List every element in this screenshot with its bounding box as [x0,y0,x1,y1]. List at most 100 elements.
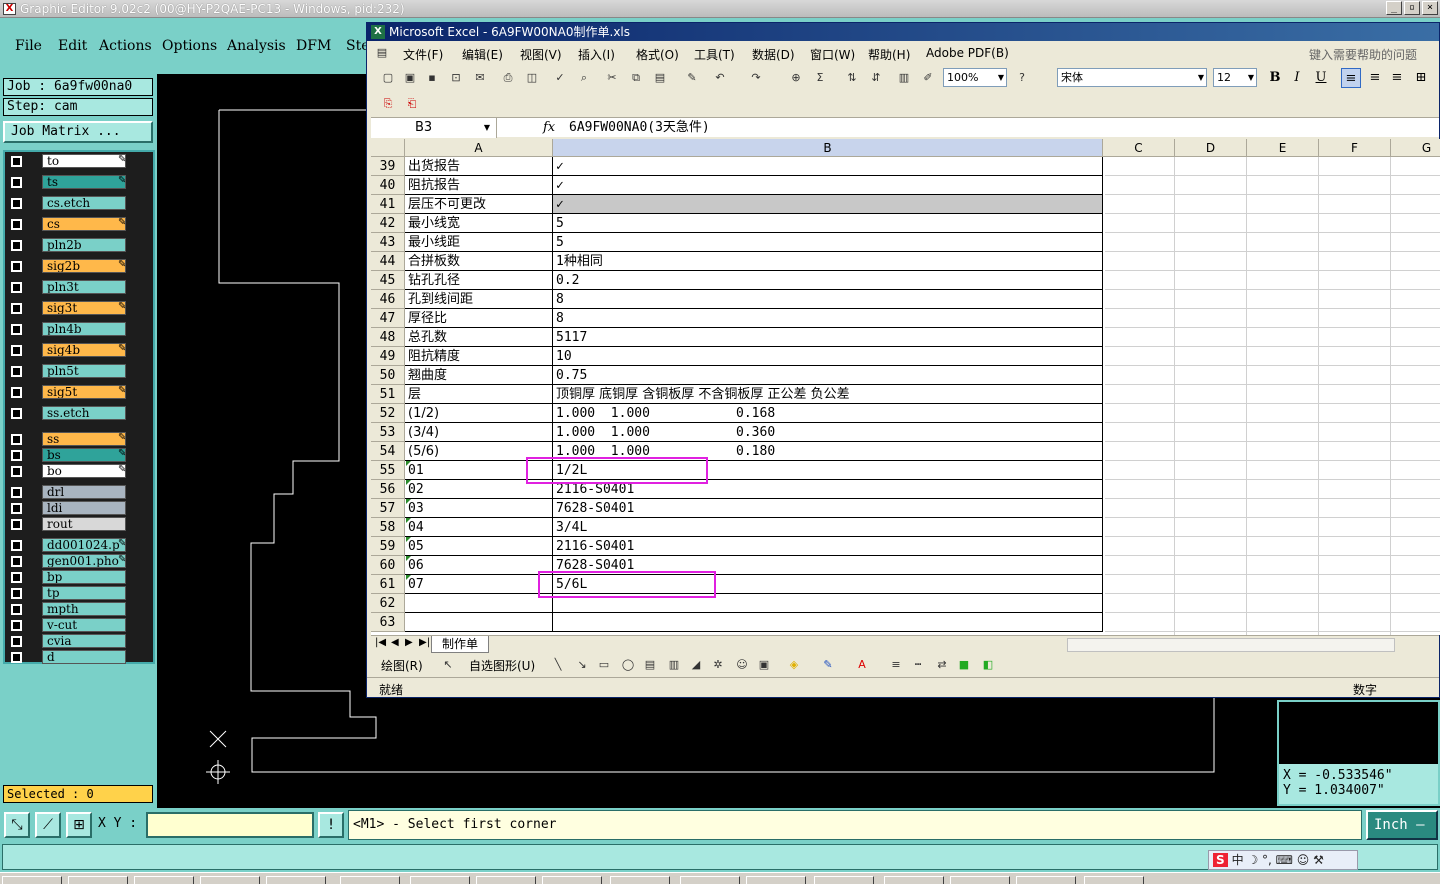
menu-tools-cn[interactable]: 工具(T) [694,46,735,63]
cell-a[interactable]: 04 [405,518,553,537]
cell-b[interactable]: 8 [553,309,1103,328]
draw-menu[interactable]: 绘图(R) [381,657,423,674]
taskbar-item[interactable] [542,876,602,884]
column-header[interactable]: D [1175,139,1247,157]
layer-checkbox[interactable] [11,620,22,631]
next-sheet-icon[interactable]: ▶ [405,637,413,648]
layer-checkbox[interactable] [11,282,22,293]
layer-name[interactable]: drl [42,485,126,499]
taskbar-item[interactable] [610,876,670,884]
horizontal-scrollbar[interactable] [1067,638,1395,652]
taskbar-item[interactable] [266,876,326,884]
menu-options[interactable]: Options [162,38,217,54]
layer-checkbox[interactable] [11,636,22,647]
print-preview-icon[interactable]: ◫ [523,69,541,87]
wordart-icon[interactable]: ◢ [687,656,705,674]
last-sheet-icon[interactable]: ▶| [419,637,430,648]
layer-checkbox[interactable] [11,324,22,335]
cell-a[interactable]: 最小线宽 [405,214,553,233]
row-header[interactable]: 59 [371,537,405,556]
taskbar-item[interactable] [410,876,470,884]
autosum-icon[interactable]: Σ [811,69,829,87]
line-icon[interactable]: ╲ [549,656,567,674]
dash-style-icon[interactable]: ┅ [909,656,927,674]
cell-a[interactable]: 厚径比 [405,309,553,328]
row-header[interactable]: 43 [371,233,405,252]
drawing-icon[interactable]: ✐ [919,69,937,87]
sheet-tab[interactable]: 制作单 [431,636,489,653]
job-matrix-button[interactable]: Job Matrix ... [3,121,153,143]
merge-center-button[interactable]: ⊞ [1411,68,1431,88]
cell-b[interactable]: 0.75 [553,366,1103,385]
layer-row[interactable]: bp [8,570,126,584]
layer-checkbox[interactable] [11,450,22,461]
cell-b[interactable]: 3/4L [553,518,1103,537]
bold-button[interactable]: B [1265,68,1285,88]
new-icon[interactable]: ▢ [379,69,397,87]
cell-a[interactable]: (3/4) [405,423,553,442]
taskbar-item[interactable] [476,876,536,884]
3d-icon[interactable]: ◧ [979,656,997,674]
column-header[interactable]: E [1247,139,1319,157]
layer-name[interactable]: bs [42,448,126,462]
cell-b[interactable]: 5 [553,233,1103,252]
layer-checkbox[interactable] [11,503,22,514]
taskbar-item[interactable] [1016,876,1076,884]
cell-a[interactable]: 层 [405,385,553,404]
cell-a[interactable]: 钻孔孔径 [405,271,553,290]
measure-icon[interactable]: ⟋ [35,812,61,838]
pdf-email-icon[interactable]: ⎗ [403,95,421,113]
cell-b[interactable]: 2116-S0401 [553,537,1103,556]
zoom-area-icon[interactable]: ⤡ [4,812,30,838]
menu-edit[interactable]: Edit [58,38,87,54]
grid-snap-icon[interactable]: ⊞ [66,812,92,838]
help-search[interactable]: 键入需要帮助的问题 [1309,46,1417,63]
menu-adobe-pdf[interactable]: Adobe PDF(B) [926,46,1009,60]
cell-b[interactable]: 8 [553,290,1103,309]
cell-a[interactable]: 07 [405,575,553,594]
layer-name[interactable]: ss.etch [42,406,126,420]
layer-name[interactable]: cvia [42,634,126,648]
spelling-icon[interactable]: ✓ [551,69,569,87]
rectangle-icon[interactable]: ▭ [595,656,613,674]
layer-name[interactable]: tp [42,586,126,600]
picture-icon[interactable]: ▣ [755,656,773,674]
taskbar-item[interactable] [340,876,400,884]
layer-name[interactable]: gen001.pho [42,554,126,568]
row-header[interactable]: 58 [371,518,405,537]
layer-row[interactable]: d [8,650,126,664]
hyperlink-icon[interactable]: ⊕ [787,69,805,87]
layer-name[interactable]: d [42,650,126,664]
row-header[interactable]: 50 [371,366,405,385]
menu-file[interactable]: File [15,38,42,54]
row-header[interactable]: 57 [371,499,405,518]
cell-a[interactable]: 合拼板数 [405,252,553,271]
zoom-select[interactable]: 100% ▼ [943,68,1007,87]
cell-a[interactable]: 阻抗报告 [405,176,553,195]
font-color-icon[interactable]: A [853,656,871,674]
taskbar-item[interactable] [68,876,128,884]
layer-name[interactable]: ts [42,175,126,189]
layer-checkbox[interactable] [11,408,22,419]
menu-edit-cn[interactable]: 编辑(E) [462,46,503,63]
layer-checkbox[interactable] [11,345,22,356]
menu-help-cn[interactable]: 帮助(H) [868,46,910,63]
diagram-icon[interactable]: ✲ [709,656,727,674]
align-right-button[interactable]: ≡ [1387,68,1407,88]
underline-button[interactable]: U [1311,68,1331,88]
layer-name[interactable]: cs.etch [42,196,126,210]
cut-icon[interactable]: ✂ [603,69,621,87]
first-sheet-icon[interactable]: |◀ [375,637,386,648]
menu-actions[interactable]: Actions [99,38,152,54]
format-painter-icon[interactable]: ✎ [683,69,701,87]
maximize-button[interactable]: ▫ [1404,1,1420,15]
column-header[interactable]: B [553,139,1103,157]
info-icon[interactable]: ! [318,812,344,838]
menu-window-cn[interactable]: 窗口(W) [810,46,855,63]
layer-name[interactable]: ss [42,432,126,446]
select-objects-icon[interactable]: ↖ [439,656,457,674]
taskbar-item[interactable] [680,876,740,884]
cell-a[interactable]: 05 [405,537,553,556]
taskbar-item[interactable] [200,876,260,884]
layer-row[interactable]: cs.etch [8,196,126,210]
